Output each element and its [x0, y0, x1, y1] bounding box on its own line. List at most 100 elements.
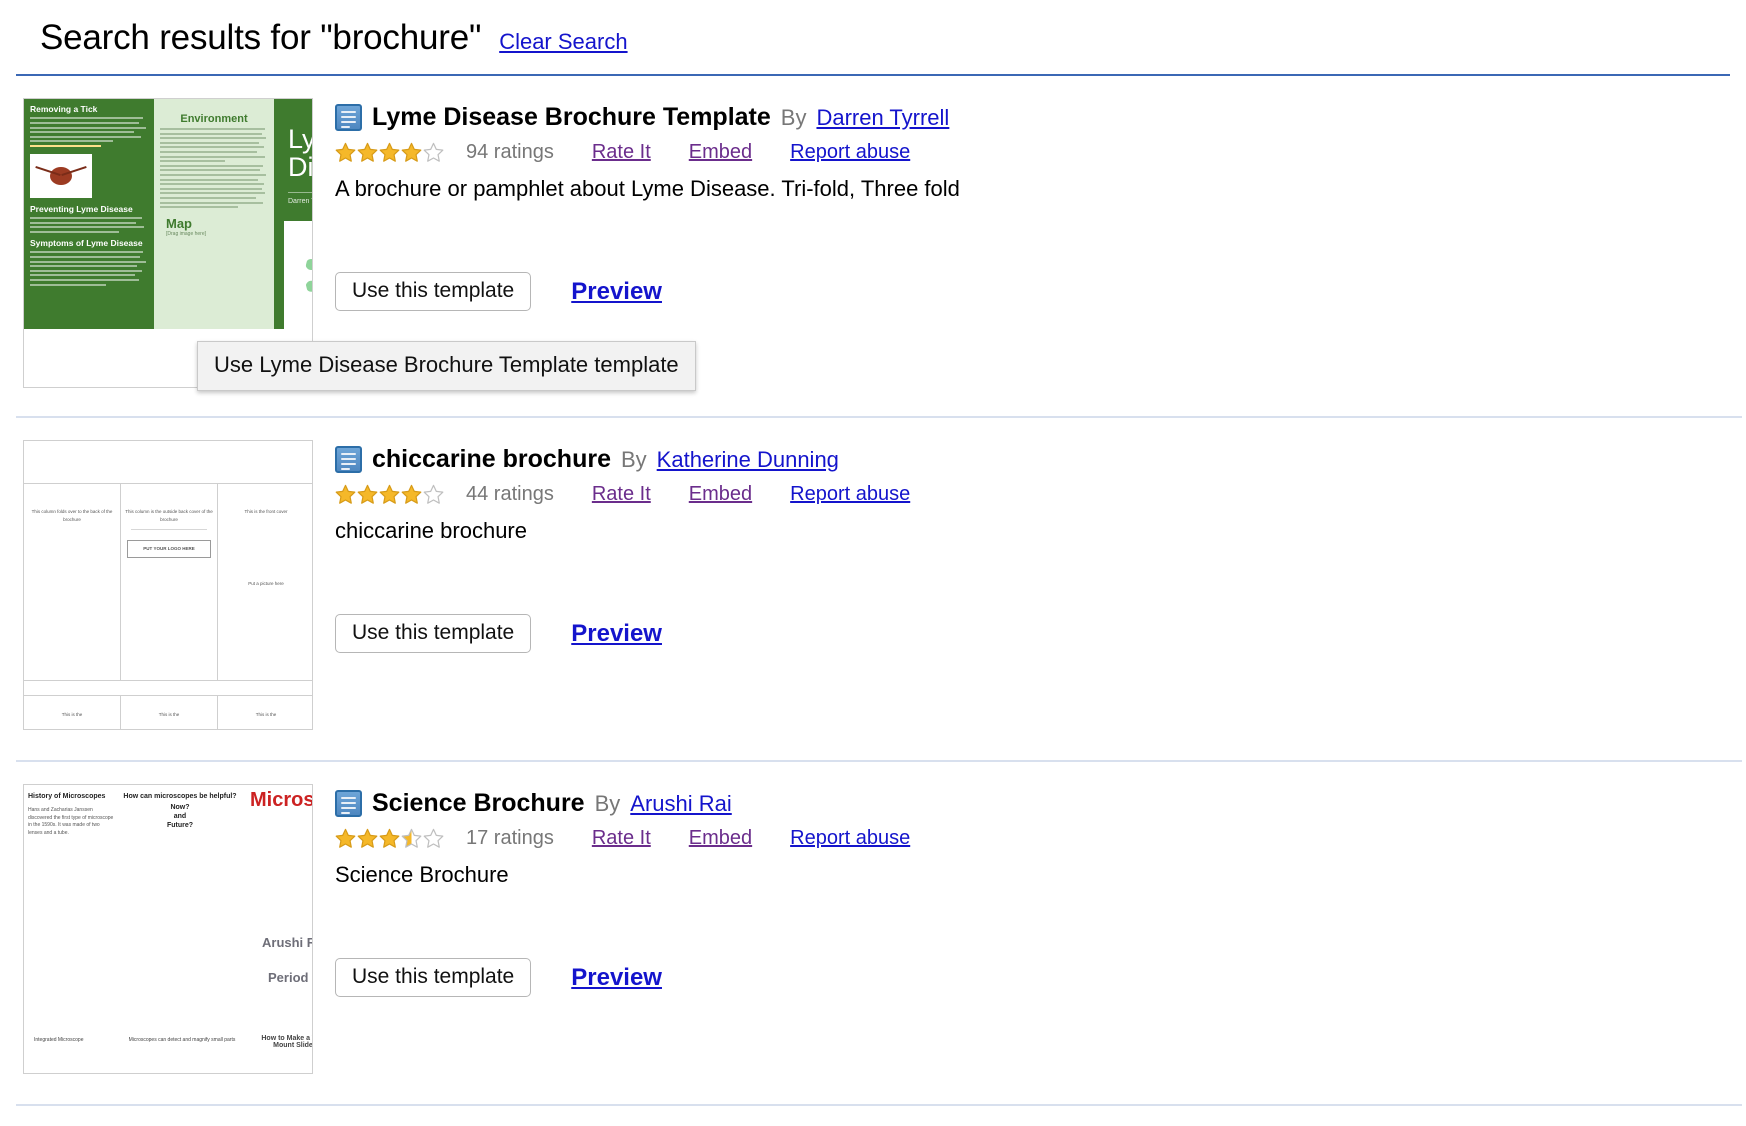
rate-it-link[interactable]: Rate It [592, 141, 651, 164]
result-description: Science Brochure [335, 862, 509, 887]
star-icon[interactable] [401, 484, 422, 505]
result-separator [16, 1104, 1742, 1106]
star-rating[interactable] [335, 828, 444, 849]
thumb-logo-placeholder: PUT YOUR LOGO HERE [127, 540, 211, 558]
table-row[interactable]: History of Microscopes Hans and Zacharia… [0, 762, 1746, 1074]
use-this-template-button[interactable]: Use this template [335, 958, 532, 997]
by-label: By [780, 104, 807, 130]
thumb-col-2: This column is the outside back cover of… [121, 484, 218, 680]
star-icon[interactable] [357, 828, 378, 849]
thumb-heading-removing-tick: Removing a Tick [30, 104, 98, 114]
thumb-body-history: Hans and Zacharias Janssen discovered th… [28, 807, 114, 836]
result-detail: Lyme Disease Brochure Template By Darren… [197, 98, 1746, 391]
thumb-foot-1: Integrated Microscope [34, 1037, 84, 1043]
thumb-col2-text: This column is the outside back cover of… [125, 509, 213, 522]
star-icon[interactable] [423, 828, 444, 849]
thumb-cover-period: Period 2 [268, 970, 312, 985]
page-header: Search results for "brochure" Clear Sear… [0, 0, 1746, 58]
result-title-line: Lyme Disease Brochure Template By Darren… [335, 103, 1746, 132]
star-icon[interactable] [357, 142, 378, 163]
author-link[interactable]: Darren Tyrrell [816, 105, 949, 131]
thumb-col3-text: Put a picture here [248, 581, 284, 586]
preview-link[interactable]: Preview [571, 964, 662, 992]
table-row[interactable]: Removing a Tick Preventing Lyme Disease [0, 76, 1746, 391]
thumb-text-lines-3 [30, 251, 148, 286]
report-abuse-link[interactable]: Report abuse [790, 827, 910, 850]
thumb-foot-2: Microscopes can detect and magnify small… [128, 1037, 236, 1043]
report-abuse-link[interactable]: Report abuse [790, 483, 910, 506]
search-results-list: Removing a Tick Preventing Lyme Disease [0, 76, 1746, 1106]
result-title[interactable]: Science Brochure [372, 789, 585, 818]
thumb-footer-1: This is the [24, 696, 121, 729]
rate-it-link[interactable]: Rate It [592, 483, 651, 506]
preview-link[interactable]: Preview [571, 278, 662, 306]
use-this-template-button[interactable]: Use this template [335, 272, 532, 311]
google-doc-icon [335, 104, 362, 131]
author-link[interactable]: Arushi Rai [630, 791, 731, 817]
thumb-col-1: This column folds over to the back of th… [24, 484, 121, 680]
star-icon[interactable] [401, 142, 422, 163]
thumb-heading-history: History of Microscopes [28, 793, 106, 800]
report-abuse-link[interactable]: Report abuse [790, 141, 910, 164]
star-icon[interactable] [379, 484, 400, 505]
star-icon[interactable] [335, 142, 356, 163]
star-rating[interactable] [335, 142, 444, 163]
template-thumbnail-science[interactable]: History of Microscopes Hans and Zacharia… [23, 784, 313, 1074]
thumb-footer-3: This is the [255, 712, 277, 717]
thumb-heading-environment: Environment [180, 113, 248, 125]
thumb-cover-title: Lyme Disease [288, 124, 313, 183]
result-actions: Use this template Preview [335, 272, 1746, 311]
rate-it-link[interactable]: Rate It [592, 827, 651, 850]
thumb-footer-2: This is the [121, 696, 218, 729]
embed-link[interactable]: Embed [689, 827, 752, 850]
star-icon[interactable] [335, 828, 356, 849]
result-description: chiccarine brochure [335, 518, 527, 543]
clear-search-link[interactable]: Clear Search [499, 29, 627, 55]
thumb-heading-symptoms: Symptoms of Lyme Disease [30, 238, 143, 249]
thumb-heading-and: and [173, 813, 187, 820]
thumb-col1-text: This column folds over to the back of th… [31, 509, 113, 522]
ratings-count: 44 ratings [466, 483, 554, 505]
star-icon[interactable] [379, 142, 400, 163]
result-description: A brochure or pamphlet about Lyme Diseas… [335, 176, 960, 201]
result-meta-line: 17 ratings Rate It Embed Report abuse [335, 827, 1746, 850]
author-link[interactable]: Katherine Dunning [657, 447, 839, 473]
star-icon[interactable] [401, 828, 422, 849]
result-actions: Use this template Preview [335, 958, 1746, 997]
thumb-cover-author: Arushi Rai [262, 935, 312, 950]
embed-link[interactable]: Embed [689, 483, 752, 506]
star-icon[interactable] [379, 828, 400, 849]
result-title[interactable]: chiccarine brochure [372, 445, 611, 474]
result-title-line: Science Brochure By Arushi Rai [335, 789, 1746, 818]
result-title[interactable]: Lyme Disease Brochure Template [372, 103, 771, 132]
star-rating[interactable] [335, 484, 444, 505]
preview-link[interactable]: Preview [571, 620, 662, 648]
embed-link[interactable]: Embed [689, 141, 752, 164]
use-template-tooltip: Use Lyme Disease Brochure Template templ… [197, 341, 696, 391]
thumb-col3-title: This is the front cover [244, 509, 288, 514]
thumb-heading-now: Now? [170, 804, 190, 811]
by-label: By [594, 790, 621, 816]
star-icon[interactable] [335, 484, 356, 505]
thumb-cover-subtitle: Darren Tyrrell, Adam Jennings [288, 191, 312, 205]
table-row[interactable]: This column folds over to the back of th… [0, 418, 1746, 730]
thumb-col-3: This is the front cover Put a picture he… [218, 484, 312, 680]
thumb-heading-helpful: How can microscopes be helpful? [123, 793, 237, 800]
star-icon[interactable] [357, 484, 378, 505]
ratings-count: 94 ratings [466, 141, 554, 163]
ratings-count: 17 ratings [466, 827, 554, 849]
result-title-line: chiccarine brochure By Katherine Dunning [335, 445, 1746, 474]
result-detail: chiccarine brochure By Katherine Dunning… [313, 440, 1746, 653]
tick-illustration [30, 153, 92, 198]
thumb-footer-row: This is the This is the This is the [24, 696, 312, 729]
star-icon[interactable] [423, 142, 444, 163]
thumb-top-band [24, 441, 312, 484]
thumb-foot-3: How to Make a Wet Mount Slide [261, 1035, 313, 1049]
result-meta-line: 44 ratings Rate It Embed Report abuse [335, 483, 1746, 506]
use-this-template-button[interactable]: Use this template [335, 614, 532, 653]
page-title: Search results for "brochure" [40, 18, 482, 57]
by-label: By [620, 446, 647, 472]
template-thumbnail-chiccarine[interactable]: This column folds over to the back of th… [23, 440, 313, 730]
thumb-bottom-band [24, 680, 312, 696]
star-icon[interactable] [423, 484, 444, 505]
